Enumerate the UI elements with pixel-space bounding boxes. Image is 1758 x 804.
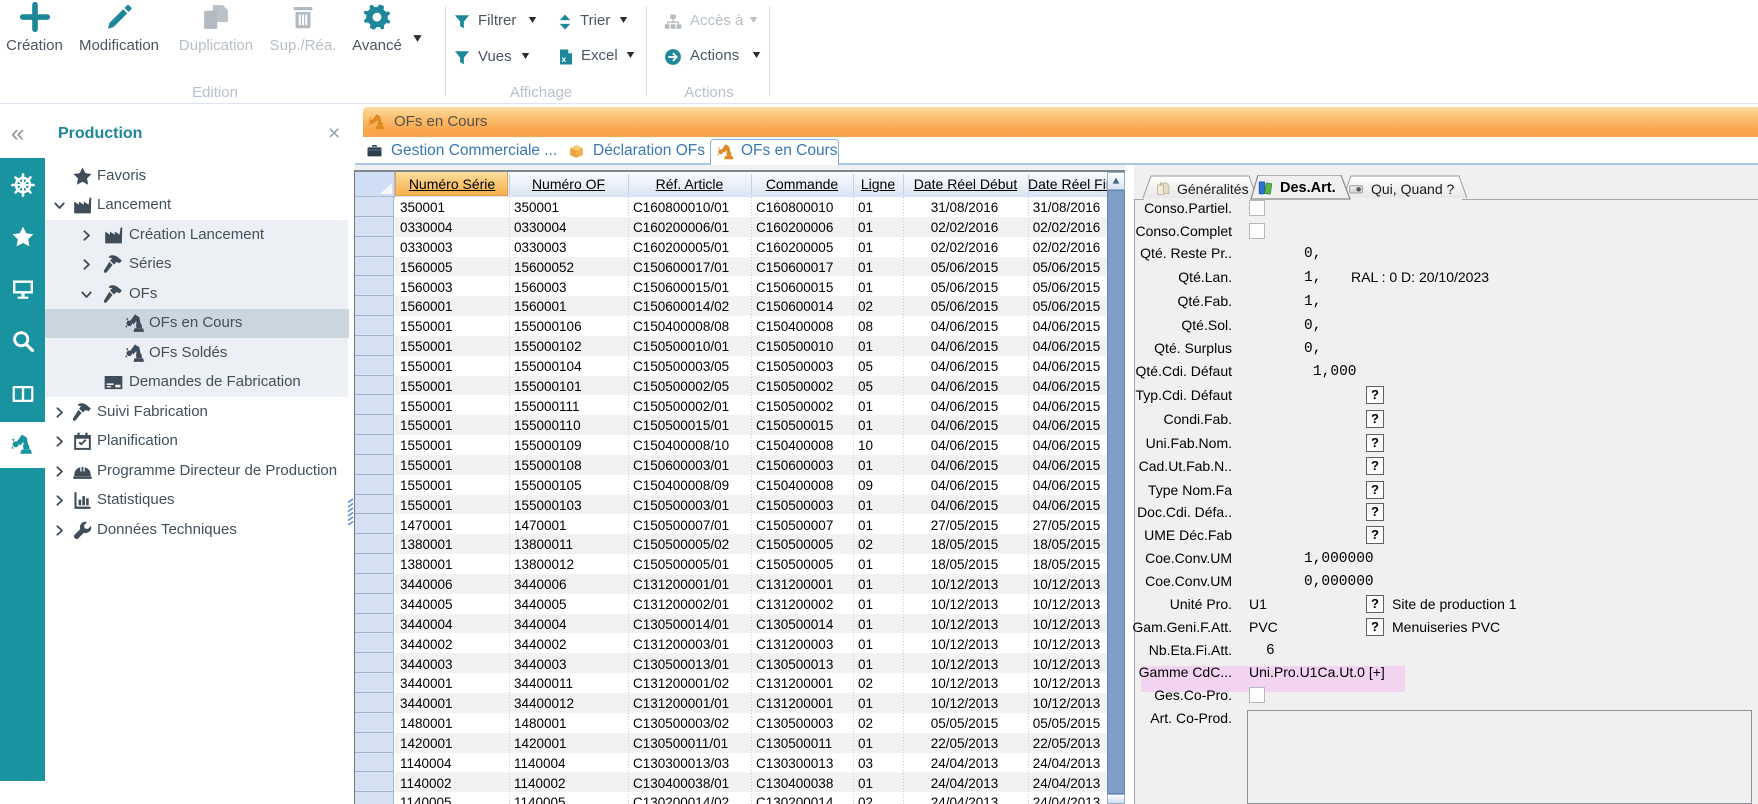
svg-text:x: x bbox=[561, 55, 566, 64]
